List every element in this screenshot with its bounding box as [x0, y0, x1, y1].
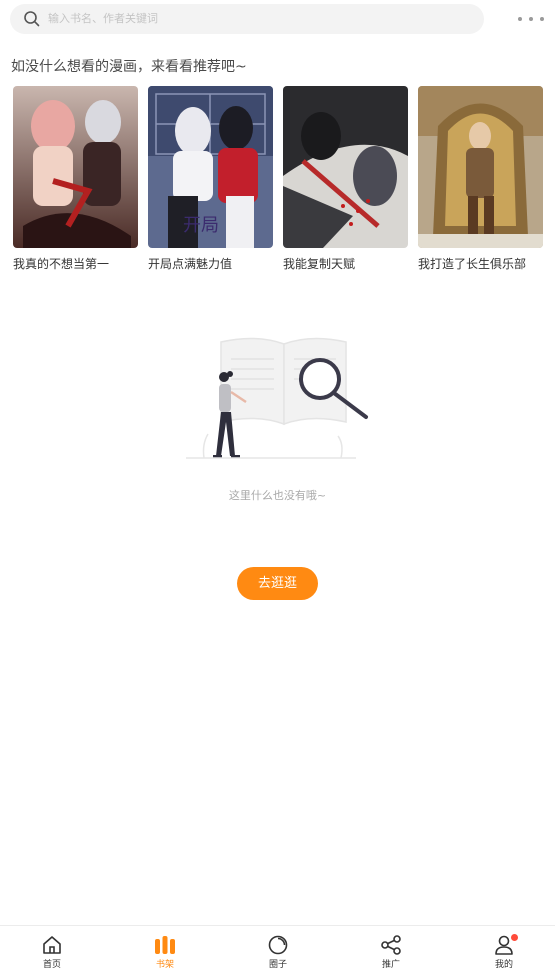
book-card[interactable]: 我真的不想当第一 [13, 86, 138, 272]
book-title: 我打造了长生俱乐部 [418, 257, 527, 271]
more-dots-icon[interactable] [518, 12, 544, 26]
book-cover[interactable] [418, 86, 543, 248]
empty-message: 这里什么也没有哦~ [228, 489, 327, 502]
tab-label: 推广 [381, 960, 400, 970]
tab-circle[interactable]: 圈子 [248, 926, 308, 970]
recommend-list: 我真的不想当第一 开局 开局点满魅力值 我能复制天赋 我打造了长生俱乐部 [13, 86, 543, 276]
search-input[interactable]: 输入书名、作者关键词 [10, 4, 484, 34]
book-card[interactable]: 我能复制天赋 [283, 86, 408, 272]
notification-badge [511, 934, 518, 941]
book-card[interactable]: 开局 开局点满魅力值 [148, 86, 273, 272]
svg-text:开局: 开局 [183, 215, 219, 236]
empty-state-illustration [186, 337, 368, 459]
book-cover[interactable] [13, 86, 138, 248]
search-bar: 输入书名、作者关键词 [0, 0, 555, 40]
browse-button[interactable]: 去逛逛 [237, 567, 318, 600]
book-cover[interactable] [283, 86, 408, 248]
bottom-tab-bar: 首页 书架 圈子 推广 我的 [0, 925, 555, 970]
search-placeholder: 输入书名、作者关键词 [48, 12, 158, 25]
book-title: 我能复制天赋 [283, 257, 356, 271]
tab-label: 我的 [494, 960, 513, 970]
tab-label: 首页 [42, 960, 61, 970]
tab-label: 书架 [155, 960, 174, 970]
circle-icon [268, 935, 288, 955]
tab-promote[interactable]: 推广 [361, 926, 421, 970]
book-cover[interactable]: 开局 [148, 86, 273, 248]
book-card[interactable]: 我打造了长生俱乐部 [418, 86, 543, 272]
tab-mine[interactable]: 我的 [474, 926, 534, 970]
book-title: 我真的不想当第一 [13, 257, 110, 271]
share-icon [381, 935, 401, 955]
tab-bookshelf[interactable]: 书架 [135, 926, 195, 970]
search-icon [24, 11, 40, 27]
bookshelf-icon [155, 936, 175, 954]
tab-home[interactable]: 首页 [22, 926, 82, 970]
recommend-title: 如没什么想看的漫画，来看看推荐吧~ [11, 59, 247, 75]
home-icon [43, 936, 61, 954]
tab-label: 圈子 [268, 960, 287, 970]
book-title: 开局点满魅力值 [148, 257, 233, 271]
